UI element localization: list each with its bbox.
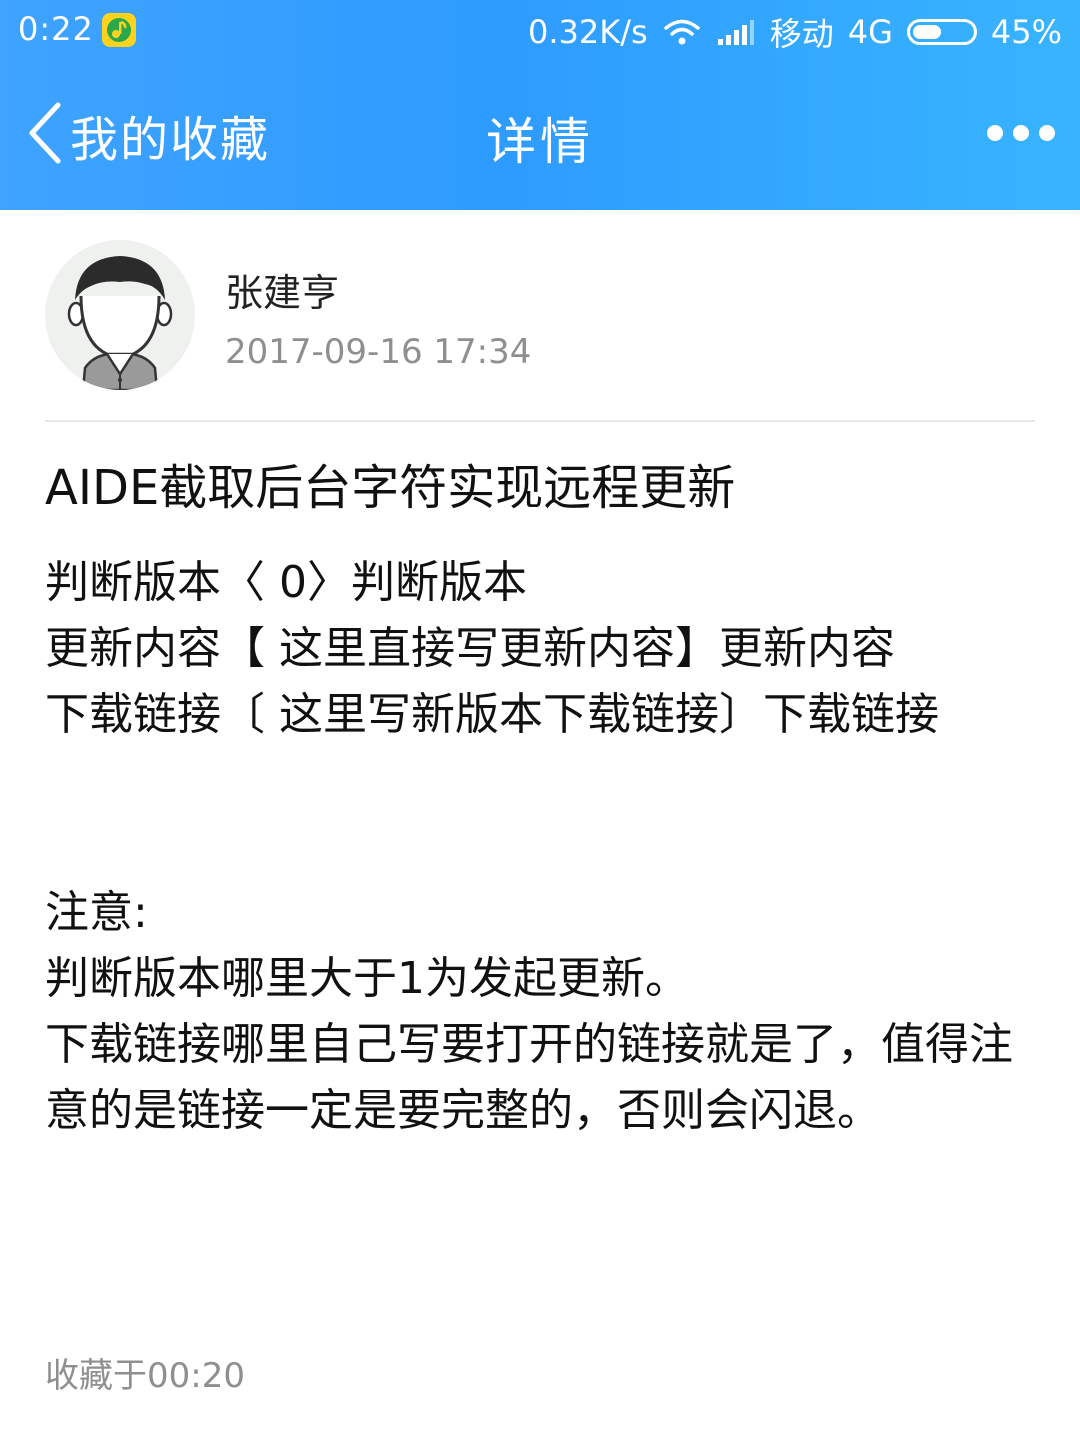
back-button[interactable]: 我的收藏 <box>24 100 270 170</box>
status-time: 0:22 <box>18 10 94 48</box>
battery-icon <box>906 19 977 45</box>
post-time: 2017-09-16 17:34 <box>225 332 532 372</box>
carrier-label: 移动 <box>769 15 834 53</box>
network-speed: 0.32K/s <box>528 13 648 51</box>
back-label: 我的收藏 <box>70 112 271 168</box>
post-body: 判断版本〈 0〉判断版本 更新内容【 这里直接写更新内容】更新内容 下载链接〔 … <box>45 550 1035 1144</box>
favorited-time: 收藏于00:20 <box>45 1356 245 1396</box>
post-title: AIDE截取后台字符实现远程更新 <box>45 460 736 516</box>
chevron-left-icon <box>24 101 64 169</box>
content: 张建亨 2017-09-16 17:34 AIDE截取后台字符实现远程更新 判断… <box>0 210 1080 1440</box>
battery-percent: 45% <box>990 13 1062 51</box>
qq-music-icon <box>102 13 136 47</box>
divider <box>45 420 1035 422</box>
note-heading: 注意: <box>45 887 148 938</box>
avatar[interactable] <box>45 240 195 390</box>
note-line: 判断版本哪里大于1为发起更新。 <box>45 953 689 1004</box>
body-line: 下载链接〔 这里写新版本下载链接〕下载链接 <box>45 689 939 740</box>
status-right: 0.32K/s 移动 4G 45% <box>514 10 1062 54</box>
status-bar: 0:22 0.32K/s 移动 4G 45% <box>0 0 1080 64</box>
more-dots-icon[interactable] <box>986 118 1056 148</box>
nav-bar: 我的收藏 详情 <box>0 64 1080 210</box>
header: 0:22 0.32K/s 移动 4G 45% 我的收藏 详情 <box>0 0 1080 210</box>
author-name[interactable]: 张建亨 <box>225 262 339 317</box>
note-line: 下载链接哪里自己写要打开的链接就是了，值得注意的是链接一定是要完整的，否则会闪退… <box>45 1019 1013 1136</box>
network-type: 4G <box>847 13 893 51</box>
battery-fill <box>912 25 941 39</box>
author-row: 张建亨 2017-09-16 17:34 <box>45 240 1035 390</box>
body-line: 判断版本〈 0〉判断版本 <box>45 557 527 608</box>
signal-icon <box>716 17 756 47</box>
wifi-icon <box>662 17 702 47</box>
body-line: 更新内容【 这里直接写更新内容】更新内容 <box>45 623 895 674</box>
